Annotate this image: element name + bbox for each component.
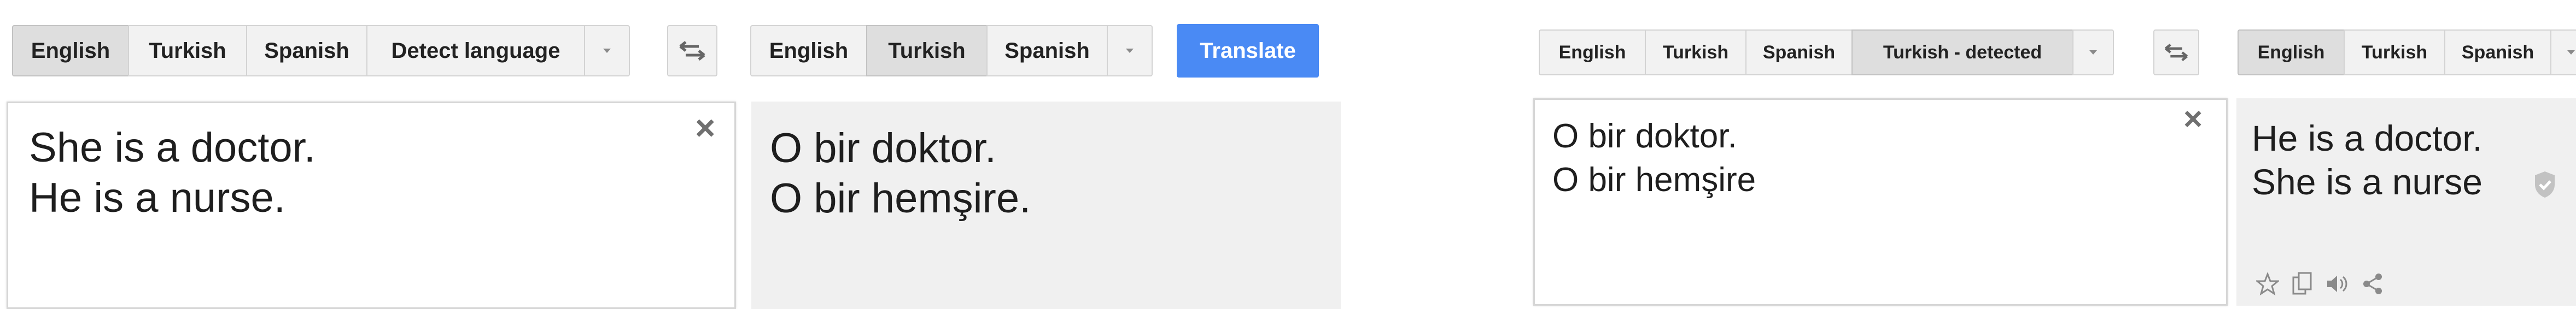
source-lang-english[interactable]: English	[1539, 29, 1646, 75]
source-line-1: O bir doktor.	[1552, 117, 1737, 155]
source-lang-label: Turkish - detected	[1883, 41, 2042, 63]
translate-button[interactable]: Translate	[1177, 24, 1319, 78]
star-icon[interactable]	[2256, 272, 2279, 295]
target-lang-turkish[interactable]: Turkish	[2344, 29, 2445, 75]
target-lang-label: Turkish	[888, 38, 966, 63]
source-lang-label: Turkish	[149, 38, 226, 63]
source-line-1: She is a doctor.	[29, 124, 316, 171]
translation-output-area: He is a doctor. She is a nurse	[2236, 98, 2576, 306]
source-lang-spanish[interactable]: Spanish	[246, 25, 367, 76]
target-lang-english[interactable]: English	[750, 25, 867, 76]
target-lang-label: English	[769, 38, 849, 63]
share-icon[interactable]	[2361, 272, 2384, 295]
source-text-area[interactable]: She is a doctor. He is a nurse. ×	[7, 102, 736, 309]
translation-toolbar	[2256, 272, 2384, 296]
copy-icon[interactable]	[2291, 272, 2313, 296]
target-line-1: O bir doktor.	[770, 125, 996, 171]
source-lang-label: Spanish	[264, 38, 349, 63]
caret-down-icon	[2567, 50, 2575, 55]
source-language-bar: English Turkish Spanish Turkish - detect…	[1539, 29, 2114, 75]
swap-languages-button[interactable]	[667, 25, 717, 76]
source-lang-dropdown[interactable]	[2072, 29, 2114, 75]
target-lang-label: Spanish	[1004, 38, 1090, 63]
caret-down-icon	[1126, 49, 1134, 53]
target-lang-dropdown[interactable]	[1107, 25, 1153, 76]
translation-output-area: O bir doktor. O bir hemşire.	[751, 102, 1341, 309]
swap-languages-button[interactable]	[2153, 29, 2199, 75]
source-lang-label: Turkish	[1662, 41, 1729, 63]
source-lang-english[interactable]: English	[12, 25, 129, 76]
left-translator-panel: English Turkish Spanish Detect language …	[0, 0, 1341, 309]
target-line-1: He is a doctor.	[2252, 118, 2482, 158]
caret-down-icon	[2089, 50, 2097, 55]
target-lang-english[interactable]: English	[2238, 29, 2345, 75]
source-line-2: O bir hemşire	[1552, 161, 1756, 199]
target-language-bar: English Turkish Spanish	[2238, 29, 2576, 75]
source-lang-label: Detect language	[391, 38, 560, 63]
target-lang-spanish[interactable]: Spanish	[2444, 29, 2551, 75]
close-icon[interactable]: ×	[2183, 100, 2203, 138]
source-lang-detected[interactable]: Turkish - detected	[1851, 29, 2073, 75]
target-lang-label: Turkish	[2361, 41, 2428, 63]
source-lang-detect[interactable]: Detect language	[366, 25, 585, 76]
speaker-icon[interactable]	[2325, 273, 2349, 295]
target-lang-label: Spanish	[2461, 41, 2534, 63]
close-icon[interactable]: ×	[695, 108, 715, 148]
source-lang-turkish[interactable]: Turkish	[1645, 29, 1746, 75]
target-language-bar: English Turkish Spanish	[750, 25, 1153, 76]
target-lang-label: English	[2257, 41, 2325, 63]
source-text-area[interactable]: O bir doktor. O bir hemşire ×	[1533, 98, 2228, 306]
source-lang-spanish[interactable]: Spanish	[1745, 29, 1853, 75]
target-lang-spanish[interactable]: Spanish	[986, 25, 1108, 76]
swap-arrows-icon	[679, 41, 705, 61]
target-lang-dropdown[interactable]	[2550, 29, 2576, 75]
source-lang-label: English	[31, 38, 110, 63]
source-language-bar: English Turkish Spanish Detect language	[12, 25, 630, 76]
source-lang-turkish[interactable]: Turkish	[128, 25, 247, 76]
caret-down-icon	[603, 49, 611, 53]
translate-button-label: Translate	[1200, 38, 1296, 63]
source-lang-dropdown[interactable]	[584, 25, 630, 76]
swap-arrows-icon	[2164, 43, 2188, 62]
source-lang-label: English	[1558, 41, 1626, 63]
source-line-2: He is a nurse.	[29, 175, 285, 221]
target-lang-turkish[interactable]: Turkish	[866, 25, 988, 76]
right-translator-panel: English Turkish Spanish Turkish - detect…	[1531, 0, 2576, 306]
source-lang-label: Spanish	[1762, 41, 1836, 63]
target-line-2: She is a nurse	[2252, 162, 2482, 202]
shield-check-icon	[2535, 171, 2555, 198]
target-line-2: O bir hemşire.	[770, 175, 1031, 222]
